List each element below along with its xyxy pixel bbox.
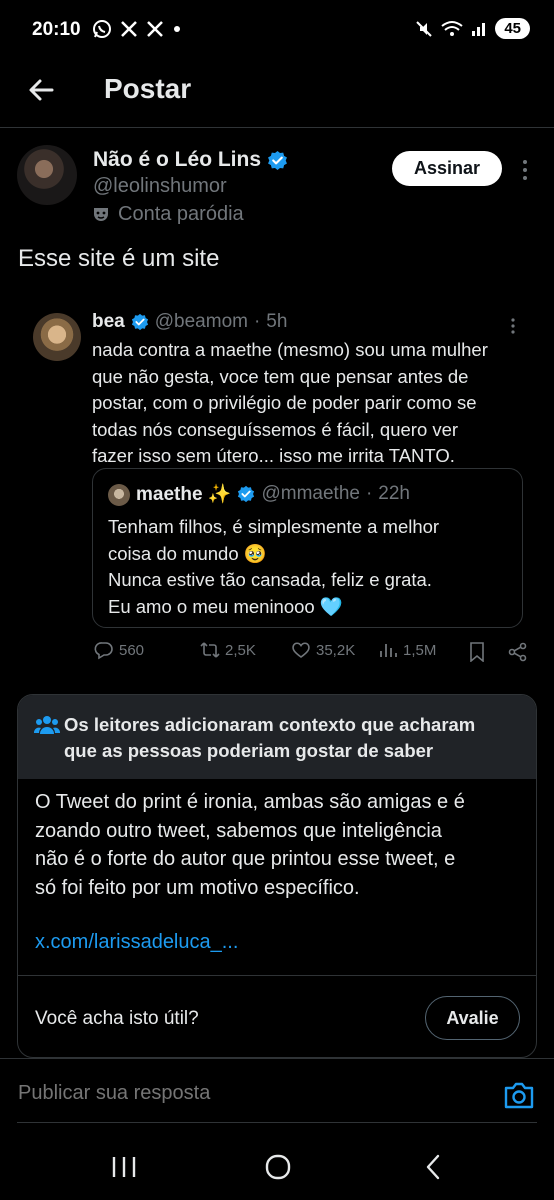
note-title-line: que as pessoas poderiam gostar de saber (64, 740, 434, 761)
note-body-line: zoando outro tweet, sabemos que inteligê… (35, 819, 442, 842)
battery-indicator: 45 (495, 18, 530, 39)
note-source-link[interactable]: x.com/larissadeluca_... (35, 931, 238, 954)
like-count: 35,2K (316, 641, 356, 659)
community-note-body: O Tweet do print é ironia, ambas são ami… (35, 788, 515, 902)
like-button[interactable]: 35,2K (291, 640, 355, 660)
note-body-line: O Tweet do print é ironia, ambas são ami… (35, 791, 465, 813)
views-icon (380, 644, 397, 657)
inner-text-line: Tenham filhos, é simplesmente a melhor (108, 516, 440, 537)
note-title-line: Os leitores adicionaram contexto que ach… (64, 714, 476, 735)
author-handle[interactable]: @leolinshumor (93, 175, 227, 198)
more-options-icon[interactable] (520, 158, 530, 182)
quoted-author-handle[interactable]: @beamom (155, 311, 248, 333)
reply-underline (17, 1122, 537, 1123)
status-time: 20:10 (32, 19, 81, 40)
community-note: Os leitores adicionaram contexto que ach… (17, 694, 537, 1058)
quoted-text: nada contra a maethe (mesmo) sou uma mul… (92, 337, 522, 470)
post-text: Esse site é um site (18, 245, 220, 272)
quoted-text-line: todas nós conseguíssemos é fácil, quero … (92, 418, 459, 440)
author-name: Não é o Léo Lins (93, 148, 262, 171)
verified-badge-icon (238, 485, 255, 503)
views-count: 1,5M (403, 641, 437, 659)
camera-icon[interactable] (503, 1080, 535, 1110)
views-button[interactable]: 1,5M (378, 640, 436, 660)
divider (18, 975, 536, 976)
inner-quoted-tweet[interactable]: maethe ✨ @mmaethe · 22h Tenham filhos, é… (92, 468, 523, 628)
quoted-author-name[interactable]: bea (92, 311, 125, 333)
page-header: Postar (0, 60, 554, 128)
inner-text-line: coisa do mundo 🥹 (108, 542, 267, 564)
quoted-author-row: bea @beamom · 5h (92, 311, 287, 333)
parody-label: Conta paródia (92, 203, 244, 226)
reply-icon (94, 642, 113, 660)
reply-button[interactable]: 560 (94, 640, 144, 660)
community-note-title: Os leitores adicionaram contexto que ach… (64, 712, 524, 764)
back-arrow-icon[interactable] (24, 72, 60, 108)
separator-dot: · (365, 483, 373, 504)
note-body-line: só foi feito por um motivo específico. (35, 876, 360, 899)
bookmark-icon[interactable] (468, 642, 486, 662)
inner-author-name: maethe ✨ (136, 484, 232, 505)
theater-mask-icon (94, 207, 108, 221)
quoted-text-line: fazer isso sem útero... isso me irrita T… (92, 445, 455, 466)
quoted-text-line: que não gesta, voce tem que pensar antes… (92, 365, 469, 387)
quoted-author-avatar[interactable] (33, 313, 81, 361)
inner-text-line: Eu amo o meu meninooo 🩵 (108, 595, 343, 617)
signal-icon (472, 22, 486, 36)
parody-text: Conta paródia (118, 203, 244, 225)
verified-badge-icon (268, 150, 287, 170)
tweet-actions: 560 2,5K 35,2K 1,5M (92, 640, 527, 666)
recent-apps-icon[interactable] (106, 1151, 142, 1183)
system-navigation-bar (0, 1135, 554, 1200)
people-icon (34, 716, 60, 734)
repost-button[interactable]: 2,5K (200, 640, 256, 660)
heart-icon (292, 642, 310, 658)
quoted-more-icon[interactable] (509, 317, 517, 335)
reply-input[interactable] (18, 1082, 478, 1105)
mute-icon (416, 20, 433, 37)
repost-count: 2,5K (225, 641, 256, 659)
reply-count: 560 (119, 641, 145, 659)
inner-author-avatar (108, 484, 130, 506)
inner-author-row: maethe ✨ @mmaethe · 22h (136, 482, 410, 506)
inner-text-line: Nunca estive tão cansada, feliz e grata. (108, 569, 432, 590)
inner-time: 22h (378, 483, 410, 504)
share-icon[interactable] (508, 642, 528, 662)
wifi-icon (441, 20, 463, 36)
x-icon (121, 21, 137, 37)
dot-icon (174, 26, 180, 32)
quoted-tweet[interactable]: bea @beamom · 5h nada contra a maethe (m… (17, 297, 537, 673)
home-icon[interactable] (260, 1151, 296, 1183)
quoted-time: 5h (266, 311, 288, 332)
author-name-row[interactable]: Não é o Léo Lins (93, 148, 288, 172)
repost-icon (200, 642, 220, 658)
separator-dot: · (253, 311, 261, 332)
quoted-text-line: postar, com o privilégio de poder parir … (92, 392, 477, 413)
back-icon[interactable] (416, 1151, 452, 1183)
community-note-header: Os leitores adicionaram contexto que ach… (18, 695, 536, 779)
subscribe-button[interactable]: Assinar (392, 151, 502, 186)
note-body-line: não é o forte do autor que printou esse … (35, 848, 456, 870)
inner-text: Tenham filhos, é simplesmente a melhor c… (108, 514, 508, 620)
status-bar: 20:10 45 (0, 0, 554, 60)
page-title: Postar (104, 73, 192, 104)
verified-badge-icon (131, 313, 148, 331)
rate-button[interactable]: Avalie (425, 996, 520, 1040)
helpful-question: Você acha isto útil? (35, 1008, 199, 1029)
inner-author-handle: @mmaethe (261, 483, 360, 504)
x-icon (147, 21, 163, 37)
whatsapp-icon (93, 20, 111, 38)
quoted-text-line: nada contra a maethe (mesmo) sou uma mul… (92, 339, 488, 360)
divider (0, 1058, 554, 1059)
author-avatar[interactable] (17, 145, 77, 205)
